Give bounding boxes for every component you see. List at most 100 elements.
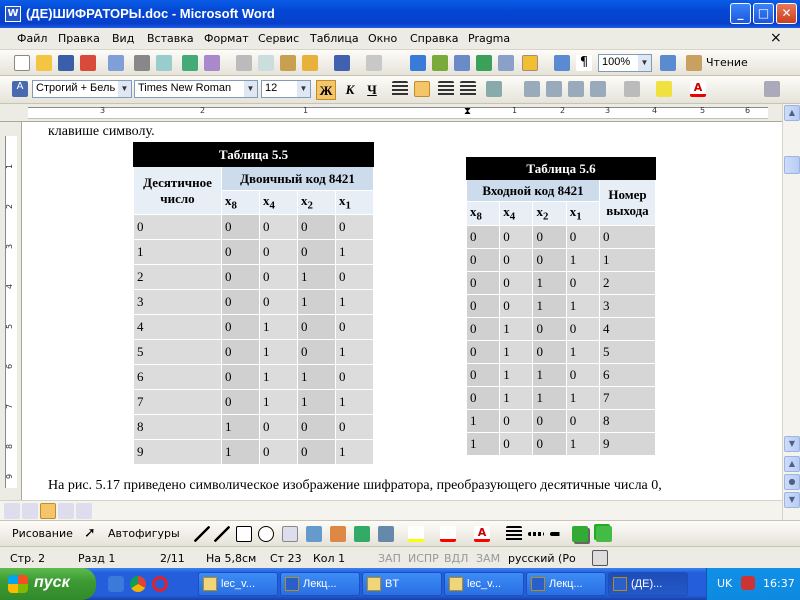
menu-table[interactable]: Таблица	[310, 32, 359, 45]
diagram-icon[interactable]	[330, 526, 346, 542]
table-5-5[interactable]: Таблица 5.5 Десятичное число Двоичный ко…	[133, 142, 375, 465]
open-folder-icon[interactable]	[36, 55, 52, 71]
print-layout-icon[interactable]	[40, 503, 56, 519]
clock[interactable]: 16:37	[763, 577, 795, 590]
scroll-up-icon[interactable]: ▲	[784, 105, 800, 121]
align-right-icon[interactable]	[438, 81, 454, 97]
bullets-icon[interactable]	[546, 81, 562, 97]
scroll-thumb[interactable]	[784, 156, 800, 174]
print-preview-icon[interactable]	[156, 55, 172, 71]
research-icon[interactable]	[204, 55, 220, 71]
format-painter-icon[interactable]	[302, 55, 318, 71]
underline-button[interactable]: Ч	[362, 80, 382, 100]
drawing-menu[interactable]: Рисование	[12, 527, 73, 540]
menu-view[interactable]: Вид	[112, 32, 134, 45]
highlight-icon[interactable]	[656, 81, 672, 97]
undo-icon[interactable]	[334, 55, 350, 71]
normal-view-icon[interactable]	[4, 503, 20, 519]
task-lecture-1[interactable]: Лекц...	[280, 572, 360, 596]
maximize-button[interactable]: □	[753, 3, 774, 24]
web-view-icon[interactable]	[22, 503, 38, 519]
indent-marker-icon[interactable]: ⧗	[464, 106, 471, 117]
copy-icon[interactable]	[258, 55, 274, 71]
read-mode-label[interactable]: Чтение	[706, 56, 748, 69]
status-rec[interactable]: ЗАП	[378, 552, 401, 565]
menu-pragma[interactable]: Pragma	[468, 32, 510, 45]
menu-file[interactable]: Файл	[17, 32, 47, 45]
toolbar-options-icon[interactable]	[764, 81, 780, 97]
styles-pane-icon[interactable]: A	[12, 81, 28, 97]
prev-page-icon[interactable]: ▲	[784, 456, 800, 472]
numbering-icon[interactable]	[524, 81, 540, 97]
paste-icon[interactable]	[280, 55, 296, 71]
task-bt[interactable]: BT	[362, 572, 442, 596]
print-icon[interactable]	[134, 55, 150, 71]
document-map-icon[interactable]	[554, 55, 570, 71]
close-document-icon[interactable]: ×	[770, 30, 782, 46]
status-trk[interactable]: ИСПР	[408, 552, 439, 565]
menu-help[interactable]: Справка	[410, 32, 458, 45]
line-style-icon[interactable]	[506, 526, 522, 542]
task-lec-1[interactable]: lec_v...	[198, 572, 278, 596]
help-icon[interactable]	[660, 55, 676, 71]
chrome-quicklaunch-icon[interactable]	[130, 576, 146, 592]
align-center-icon[interactable]	[414, 81, 430, 97]
spelling-status-icon[interactable]	[592, 550, 608, 566]
cut-icon[interactable]	[236, 55, 252, 71]
line-icon[interactable]	[194, 526, 210, 542]
opera-quicklaunch-icon[interactable]	[152, 576, 168, 592]
outline-view-icon[interactable]	[58, 503, 74, 519]
borders-icon[interactable]	[624, 81, 640, 97]
picture-icon[interactable]	[378, 526, 394, 542]
redo-icon[interactable]	[366, 55, 382, 71]
line-spacing-icon[interactable]	[486, 81, 502, 97]
horizontal-ruler[interactable]: 3 2 1 1 2 3 4 5 6 ⧗	[0, 104, 800, 122]
rectangle-icon[interactable]	[236, 526, 252, 542]
tables-borders-icon[interactable]	[432, 55, 448, 71]
columns-icon[interactable]	[498, 55, 514, 71]
spelling-icon[interactable]	[182, 55, 198, 71]
textbox-icon[interactable]	[282, 526, 298, 542]
line-color-icon[interactable]	[440, 526, 456, 542]
save-icon[interactable]	[58, 55, 74, 71]
menu-edit[interactable]: Правка	[58, 32, 100, 45]
select-pointer-icon[interactable]: ➚	[84, 525, 96, 541]
italic-button[interactable]: К	[340, 80, 360, 100]
show-formatting-icon[interactable]: ¶	[576, 55, 592, 71]
font-color-icon[interactable]: A	[690, 81, 706, 97]
minimize-button[interactable]: _	[730, 3, 751, 24]
menu-window[interactable]: Окно	[368, 32, 397, 45]
close-button[interactable]: ✕	[776, 3, 797, 24]
clipart-icon[interactable]	[354, 526, 370, 542]
align-left-icon[interactable]	[392, 81, 408, 97]
insert-excel-icon[interactable]	[476, 55, 492, 71]
permission-icon[interactable]	[80, 55, 96, 71]
font-size-select[interactable]: 12 ▼	[261, 80, 311, 98]
hyperlink-icon[interactable]	[410, 55, 426, 71]
new-document-icon[interactable]	[14, 55, 30, 71]
document-page[interactable]: клавише символу. Таблица 5.5 Десятичное …	[22, 122, 782, 500]
tray-app-icon[interactable]	[741, 576, 755, 590]
autoshapes-menu[interactable]: Автофигуры	[108, 527, 180, 540]
task-lecture-2[interactable]: Лекц...	[526, 572, 606, 596]
decrease-indent-icon[interactable]	[568, 81, 584, 97]
vertical-scrollbar[interactable]: ▲ ▼ ▲ ● ▼	[782, 104, 800, 520]
language-indicator[interactable]: UK	[717, 577, 732, 590]
increase-indent-icon[interactable]	[590, 81, 606, 97]
vertical-ruler[interactable]: 1 2 3 4 5 6 7 8 9	[0, 122, 22, 500]
start-button[interactable]: пуск	[0, 568, 96, 600]
status-ovr[interactable]: ЗАМ	[476, 552, 500, 565]
zoom-select[interactable]: 100% ▼	[598, 54, 652, 72]
menu-tools[interactable]: Сервис	[258, 32, 299, 45]
wordart-icon[interactable]	[306, 526, 322, 542]
task-lec-2[interactable]: lec_v...	[444, 572, 524, 596]
justify-icon[interactable]	[460, 81, 476, 97]
next-page-icon[interactable]: ▼	[784, 492, 800, 508]
3d-icon[interactable]	[596, 526, 612, 542]
oval-icon[interactable]	[258, 526, 274, 542]
status-ext[interactable]: ВДЛ	[444, 552, 468, 565]
arrow-icon[interactable]	[214, 526, 230, 542]
read-icon[interactable]	[686, 55, 702, 71]
browse-object-icon[interactable]: ●	[784, 474, 800, 490]
style-select[interactable]: Строгий + Бель ▼	[32, 80, 132, 98]
